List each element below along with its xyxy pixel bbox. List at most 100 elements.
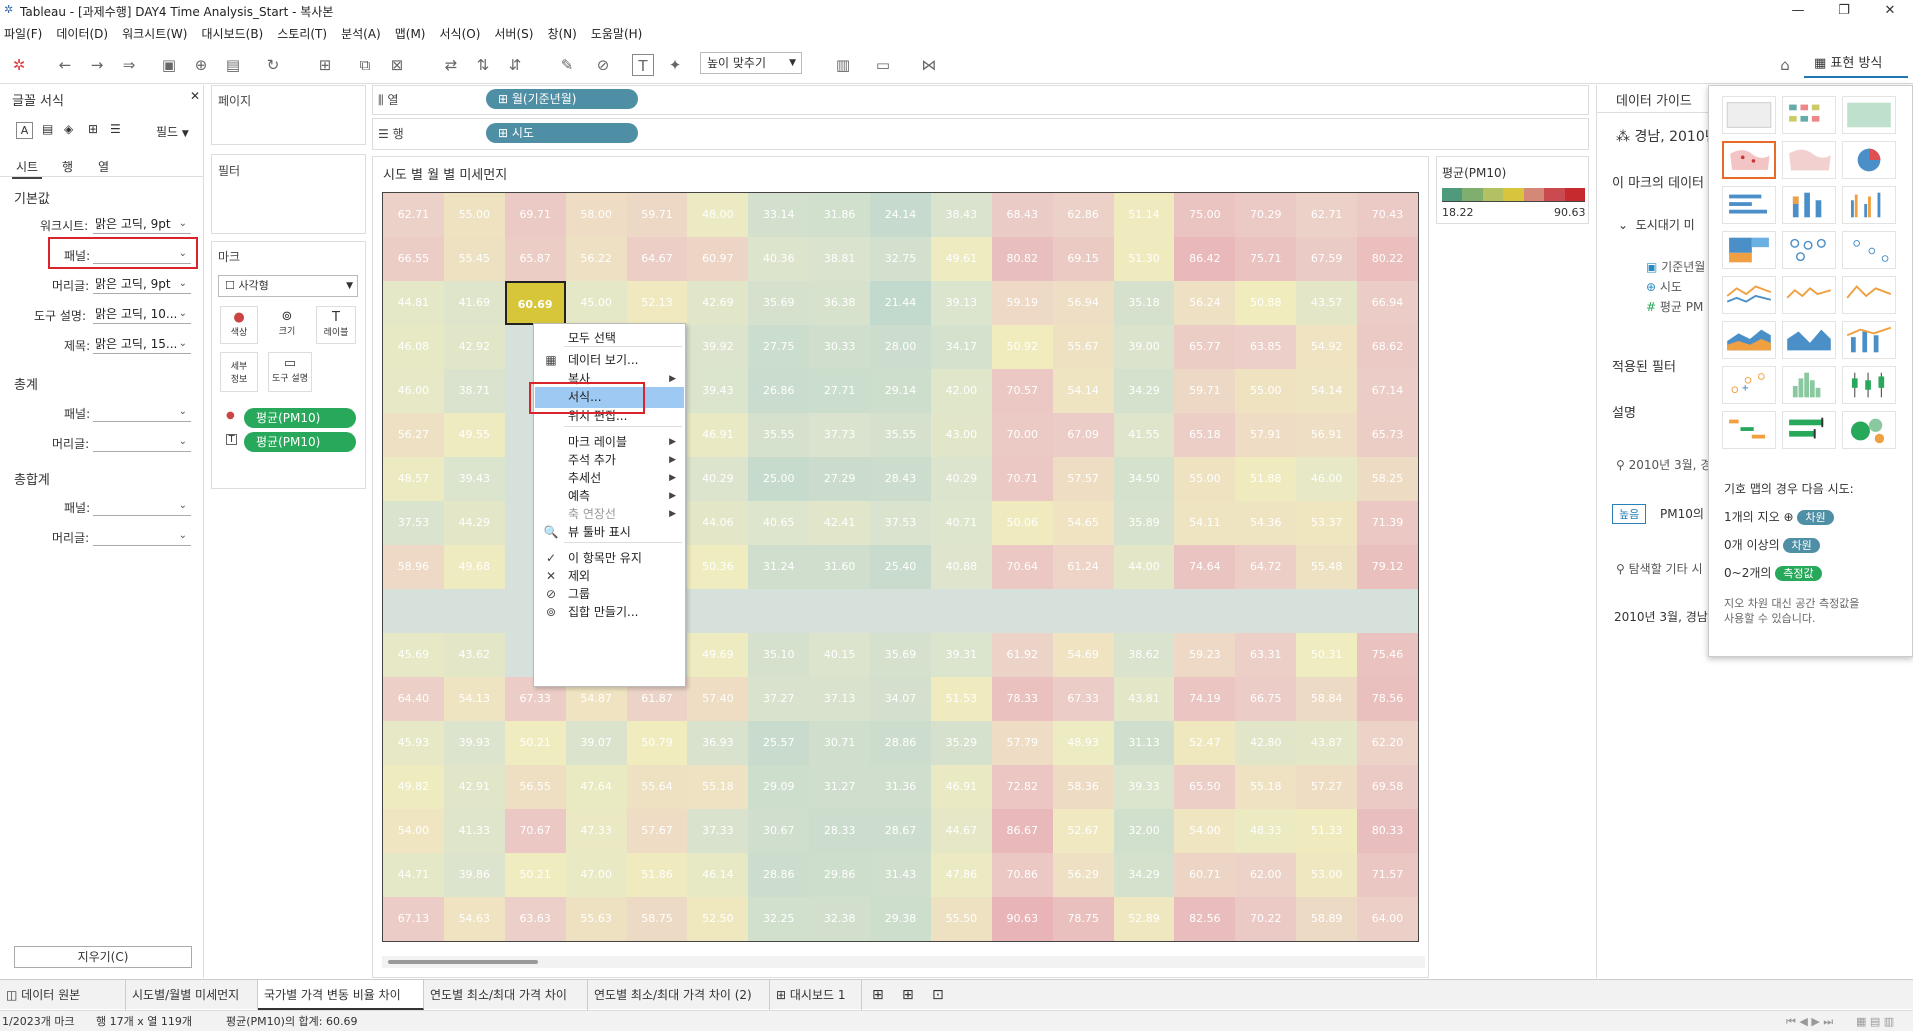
heatmap-cell[interactable]: 52.67 [1052,809,1114,853]
heatmap-cell[interactable]: 56.29 [1052,853,1114,897]
heatmap-cell[interactable]: 69.58 [1357,765,1418,809]
heatmap-cell[interactable]: 54.11 [1174,501,1236,545]
heatmap-cell[interactable] [809,589,871,633]
heatmap-cell[interactable]: 48.57 [383,457,444,501]
tab-rows[interactable]: 행 [62,158,73,175]
highlight-icon[interactable]: ✎ [556,54,578,76]
heatmap-cell[interactable]: 40.71 [930,501,992,545]
heatmap-cell[interactable]: 35.69 [748,281,810,325]
labels-icon[interactable]: T [632,54,654,76]
heatmap-cell[interactable]: 60.71 [1174,853,1236,897]
heatmap-cell[interactable]: 29.86 [809,853,871,897]
heatmap-cell[interactable]: 39.43 [443,457,505,501]
presentation-icon[interactable]: ▭ [872,54,894,76]
heatmap-cell[interactable]: 39.13 [930,281,992,325]
heatmap-cell[interactable]: 21.44 [870,281,931,325]
heatmap-cell[interactable]: 42.00 [930,369,992,413]
heatmap-cell[interactable]: 32.75 [870,237,931,281]
heatmap-cell[interactable]: 44.71 [383,853,444,897]
heatmap-cell[interactable]: 37.53 [870,501,931,545]
heatmap-cell[interactable]: 54.36 [1235,501,1297,545]
close-format-panel-icon[interactable]: ✕ [190,89,200,103]
heatmap-cell[interactable]: 59.19 [991,281,1053,325]
heatmap-cell[interactable]: 24.14 [870,193,931,237]
heatmap-cell[interactable]: 86.42 [1174,237,1236,281]
heatmap-cell[interactable]: 37.13 [809,677,871,721]
heatmap-cell[interactable]: 58.25 [1357,457,1418,501]
heatmap-cell[interactable]: 43.57 [1296,281,1358,325]
tab-columns[interactable]: 열 [98,158,109,175]
heatmap-cell[interactable]: 56.55 [504,765,566,809]
title-font-select[interactable]: 맑은 고딕, 15... ⌄ [93,334,191,354]
save-icon[interactable]: ▣ [158,54,180,76]
pause-updates-icon[interactable]: ▤ [222,54,244,76]
heatmap-cell[interactable]: 69.71 [504,193,566,237]
heatmap-cell[interactable]: 37.53 [383,501,444,545]
heatmap-cell[interactable]: 47.00 [565,853,627,897]
heatmap-cell[interactable]: 53.37 [1296,501,1358,545]
heatmap-cell[interactable]: 45.69 [383,633,444,677]
sort-asc-icon[interactable]: ⇅ [472,54,494,76]
showme-stacked-bars-icon[interactable] [1782,186,1836,224]
menu-help[interactable]: 도움말(H) [591,25,643,42]
heatmap-cell[interactable]: 59.71 [1174,369,1236,413]
heatmap-cell[interactable]: 51.14 [1113,193,1175,237]
clear-sheet-icon[interactable]: ⊠ [386,54,408,76]
heatmap-cell[interactable]: 31.43 [870,853,931,897]
menu-worksheet[interactable]: 워크시트(W) [122,25,187,42]
heatmap-cell[interactable]: 58.36 [1052,765,1114,809]
heatmap-cell[interactable]: 35.55 [748,413,810,457]
heatmap-cell[interactable]: 65.77 [1174,325,1236,369]
heatmap-cell[interactable]: 36.93 [687,721,749,765]
heatmap-cell[interactable]: 30.71 [809,721,871,765]
heatmap-cell[interactable]: 74.64 [1174,545,1236,589]
heatmap-cell[interactable]: 55.00 [1174,457,1236,501]
scrollbar-thumb[interactable] [388,960,538,964]
heatmap-cell[interactable]: 34.29 [1113,853,1175,897]
heatmap-cell[interactable]: 54.69 [1052,633,1114,677]
heatmap-cell[interactable]: 51.53 [930,677,992,721]
heatmap-cell[interactable]: 29.14 [870,369,931,413]
tooltip-font-select[interactable]: 맑은 고딕, 10... ⌄ [93,304,191,324]
heatmap-cell[interactable]: 58.75 [626,897,688,941]
heatmap-cell[interactable] [748,589,810,633]
showme-treemap-icon[interactable] [1722,231,1776,269]
heatmap-cell[interactable]: 50.36 [687,545,749,589]
heatmap-cell[interactable]: 57.91 [1235,413,1297,457]
size-button[interactable]: ⊚ 크기 [268,306,306,344]
heatmap-cell[interactable]: 37.33 [687,809,749,853]
replay-icon[interactable]: ⇒ [118,54,140,76]
showme-dual-lines-icon[interactable] [1842,276,1896,314]
showme-highlight-table-icon[interactable] [1842,96,1896,134]
heatmap-cell[interactable]: 45.93 [383,721,444,765]
region-row-pill[interactable]: ⊞ 시도 [486,123,638,143]
heatmap-cell[interactable]: 68.43 [991,193,1053,237]
showme-scatter-plot-icon[interactable] [1722,366,1776,404]
heatmap-cell[interactable]: 31.13 [1113,721,1175,765]
heatmap-cell[interactable]: 38.43 [930,193,992,237]
heatmap-cell[interactable]: 35.89 [1113,501,1175,545]
heatmap-cell[interactable]: 40.36 [748,237,810,281]
heatmap-cell[interactable]: 62.71 [383,193,444,237]
horizontal-scrollbar[interactable] [382,956,1425,968]
heatmap-cell[interactable]: 28.33 [809,809,871,853]
heatmap-cell[interactable]: 70.22 [1235,897,1297,941]
heatmap-cell[interactable]: 32.00 [1113,809,1175,853]
heatmap-cell[interactable]: 41.69 [443,281,505,325]
total-header-select[interactable]: ⌄ [93,432,191,452]
heatmap-cell[interactable]: 50.21 [504,853,566,897]
menu-data[interactable]: 데이터(D) [56,25,108,42]
heatmap-cell[interactable]: 39.43 [687,369,749,413]
heatmap-cell[interactable]: 57.67 [626,809,688,853]
heatmap-cell[interactable]: 68.62 [1357,325,1418,369]
showme-dual-combination-icon[interactable] [1842,321,1896,359]
heatmap-cell[interactable]: 57.79 [991,721,1053,765]
heatmap-cell[interactable]: 54.00 [1174,809,1236,853]
heatmap-cell[interactable]: 67.13 [383,897,444,941]
refresh-icon[interactable]: ↻ [262,54,284,76]
font-icon[interactable]: A [16,122,33,139]
heatmap-cell[interactable]: 34.07 [870,677,931,721]
heatmap-cell[interactable]: 34.17 [930,325,992,369]
tab-yearly-min-max-2[interactable]: 연도별 최소/최대 가격 차이 (2) [588,980,770,1010]
heatmap-cell[interactable]: 55.48 [1296,545,1358,589]
